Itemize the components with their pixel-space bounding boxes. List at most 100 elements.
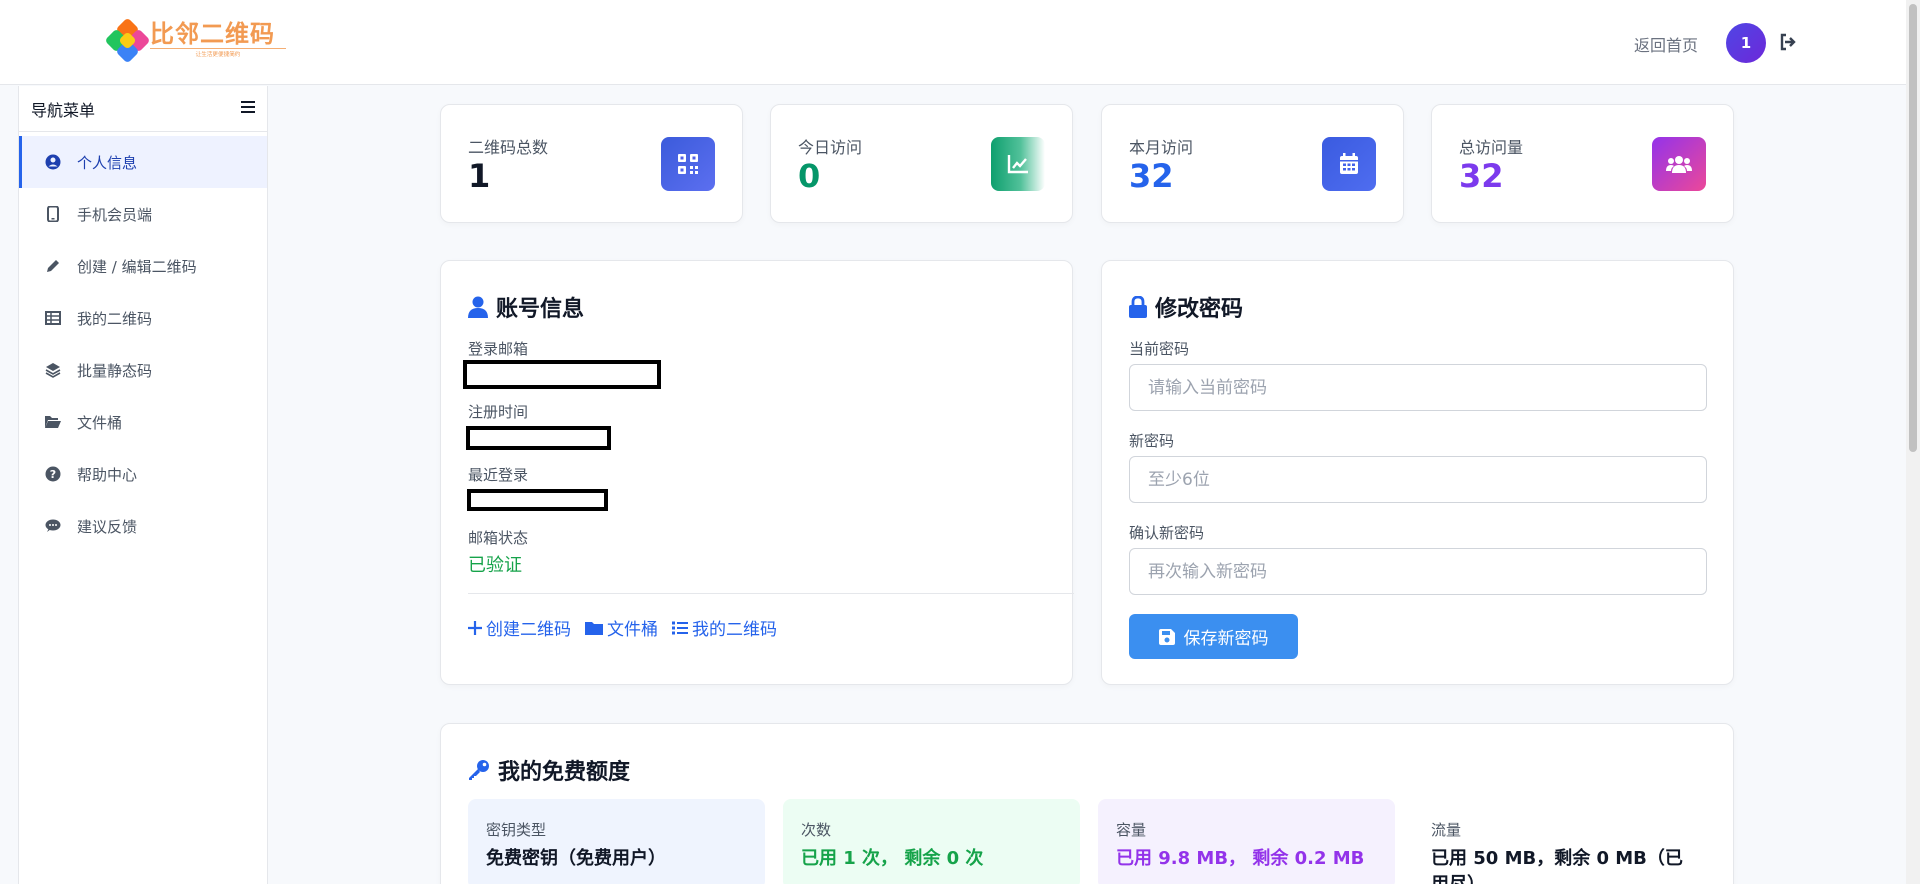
sidebar-item-label: 文件桶 (77, 413, 123, 432)
plus-icon (468, 620, 482, 635)
free-quota-panel: 我的免费额度 密钥类型 免费密钥（免费用户） 次数 已用 1 次， 剩余 0 次… (440, 723, 1734, 884)
quota-key-type: 密钥类型 免费密钥（免费用户） (468, 799, 765, 884)
sidebar-item-help[interactable]: ? 帮助中心 (19, 448, 267, 500)
list-icon (672, 621, 688, 634)
stat-value: 32 (1129, 157, 1174, 195)
email-label: 登录邮箱 (468, 340, 529, 358)
sidebar-item-batch[interactable]: 批量静态码 (19, 344, 267, 396)
logout-icon[interactable] (1778, 32, 1800, 54)
last-login-redacted (467, 489, 608, 511)
create-qrcode-link[interactable]: 创建二维码 (468, 615, 571, 640)
quota-traffic: 流量 已用 50 MB，剩余 0 MB（已用尽） (1413, 799, 1703, 884)
files-link[interactable]: 文件桶 (585, 615, 658, 640)
sidebar-item-mobile[interactable]: 手机会员端 (19, 188, 267, 240)
sidebar-item-label: 创建 / 编辑二维码 (77, 257, 197, 276)
users-icon (1652, 137, 1706, 191)
key-icon (469, 760, 489, 780)
change-password-panel: 修改密码 当前密码 新密码 确认新密码 保存新密码 (1101, 260, 1734, 685)
stat-card-total-visits: 总访问量 32 (1431, 104, 1734, 223)
change-password-title: 修改密码 (1129, 291, 1243, 323)
table-icon (44, 309, 62, 327)
stat-label: 二维码总数 (468, 138, 549, 157)
quota-label: 次数 (801, 821, 832, 839)
qrcode-icon (661, 137, 715, 191)
stat-card-month-visits: 本月访问 32 (1101, 104, 1404, 223)
sidebar-item-label: 手机会员端 (77, 205, 153, 224)
user-icon (468, 296, 488, 318)
sidebar-item-label: 建议反馈 (77, 517, 138, 536)
account-info-panel: 账号信息 登录邮箱 注册时间 最近登录 邮箱状态 已验证 创建二维码 文件桶 我… (440, 260, 1074, 685)
confirm-password-input[interactable] (1129, 548, 1707, 595)
menu-toggle-icon[interactable] (241, 99, 255, 118)
sidebar-item-label: 帮助中心 (77, 465, 138, 484)
stat-value: 1 (468, 157, 491, 195)
stat-card-today-visits: 今日访问 0 (770, 104, 1073, 223)
stat-label: 今日访问 (798, 138, 863, 157)
quota-storage: 容量 已用 9.8 MB， 剩余 0.2 MB (1098, 799, 1395, 884)
logo-subtitle: 让生活更便捷简约 (150, 48, 286, 58)
sidebar-item-label: 个人信息 (77, 153, 138, 172)
sidebar-item-feedback[interactable]: 建议反馈 (19, 500, 267, 552)
quota-label: 流量 (1431, 821, 1462, 839)
confirm-password-label: 确认新密码 (1129, 524, 1205, 542)
sidebar-item-profile[interactable]: 个人信息 (19, 136, 267, 188)
scrollbar-thumb[interactable] (1909, 4, 1917, 452)
stat-card-total-qrcodes: 二维码总数 1 (440, 104, 743, 223)
quota-value: 已用 50 MB，剩余 0 MB（已用尽） (1431, 848, 1683, 884)
email-status-value: 已验证 (468, 555, 522, 576)
folder-icon (585, 621, 603, 635)
my-qrcodes-link[interactable]: 我的二维码 (672, 615, 777, 640)
quota-count: 次数 已用 1 次， 剩余 0 次 (783, 799, 1080, 884)
sidebar-item-label: 我的二维码 (77, 309, 153, 328)
email-value-redacted (463, 360, 661, 389)
sidebar-item-create[interactable]: 创建 / 编辑二维码 (19, 240, 267, 292)
comment-icon (44, 517, 62, 535)
quota-value: 免费密钥（免费用户） (486, 848, 666, 869)
register-time-label: 注册时间 (468, 403, 529, 421)
account-info-title: 账号信息 (468, 291, 584, 323)
stat-value: 0 (798, 157, 821, 195)
layers-icon (44, 361, 62, 379)
sidebar-menu: 个人信息 手机会员端 创建 / 编辑二维码 我的二维码 批量静态码 文件桶 ? … (19, 132, 267, 552)
new-password-input[interactable] (1129, 456, 1707, 503)
current-password-label: 当前密码 (1129, 340, 1190, 358)
folder-open-icon (44, 413, 62, 431)
svg-text:?: ? (50, 468, 56, 481)
quota-value: 已用 9.8 MB， 剩余 0.2 MB (1116, 848, 1365, 869)
site-logo[interactable]: 比邻二维码 让生活更便捷简约 (104, 16, 320, 64)
calendar-icon (1322, 137, 1376, 191)
pen-icon (44, 257, 62, 275)
top-header: 比邻二维码 让生活更便捷简约 返回首页 1 (0, 0, 1906, 85)
sidebar: 导航菜单 个人信息 手机会员端 创建 / 编辑二维码 我的二维码 批量静态码 文… (18, 86, 268, 884)
user-circle-icon (44, 153, 62, 171)
save-icon (1158, 628, 1175, 645)
mobile-icon (44, 205, 62, 223)
stat-label: 总访问量 (1459, 138, 1524, 157)
register-time-redacted (466, 426, 611, 450)
free-quota-title: 我的免费额度 (468, 754, 630, 786)
new-password-label: 新密码 (1129, 432, 1175, 450)
page-scrollbar[interactable] (1906, 0, 1920, 884)
email-status-label: 邮箱状态 (468, 529, 529, 547)
sidebar-title: 导航菜单 (31, 100, 96, 120)
quick-links: 创建二维码 文件桶 我的二维码 (468, 615, 777, 640)
sidebar-item-label: 批量静态码 (77, 361, 153, 380)
stat-label: 本月访问 (1129, 138, 1194, 157)
last-login-label: 最近登录 (468, 466, 529, 484)
avatar[interactable]: 1 (1726, 23, 1766, 63)
logo-title: 比邻二维码 (150, 19, 275, 48)
save-password-button[interactable]: 保存新密码 (1129, 614, 1298, 659)
quota-value: 已用 1 次， 剩余 0 次 (801, 848, 984, 869)
chart-line-icon (991, 137, 1045, 191)
lock-icon (1129, 296, 1147, 318)
sidebar-item-files[interactable]: 文件桶 (19, 396, 267, 448)
current-password-input[interactable] (1129, 364, 1707, 411)
sidebar-header: 导航菜单 (19, 86, 267, 132)
divider (468, 593, 1074, 594)
stat-value: 32 (1459, 157, 1504, 195)
logo-mark-icon (104, 16, 151, 64)
home-link[interactable]: 返回首页 (1634, 32, 1698, 56)
sidebar-item-my-qrcodes[interactable]: 我的二维码 (19, 292, 267, 344)
quota-label: 容量 (1116, 821, 1147, 839)
quota-label: 密钥类型 (486, 821, 547, 839)
